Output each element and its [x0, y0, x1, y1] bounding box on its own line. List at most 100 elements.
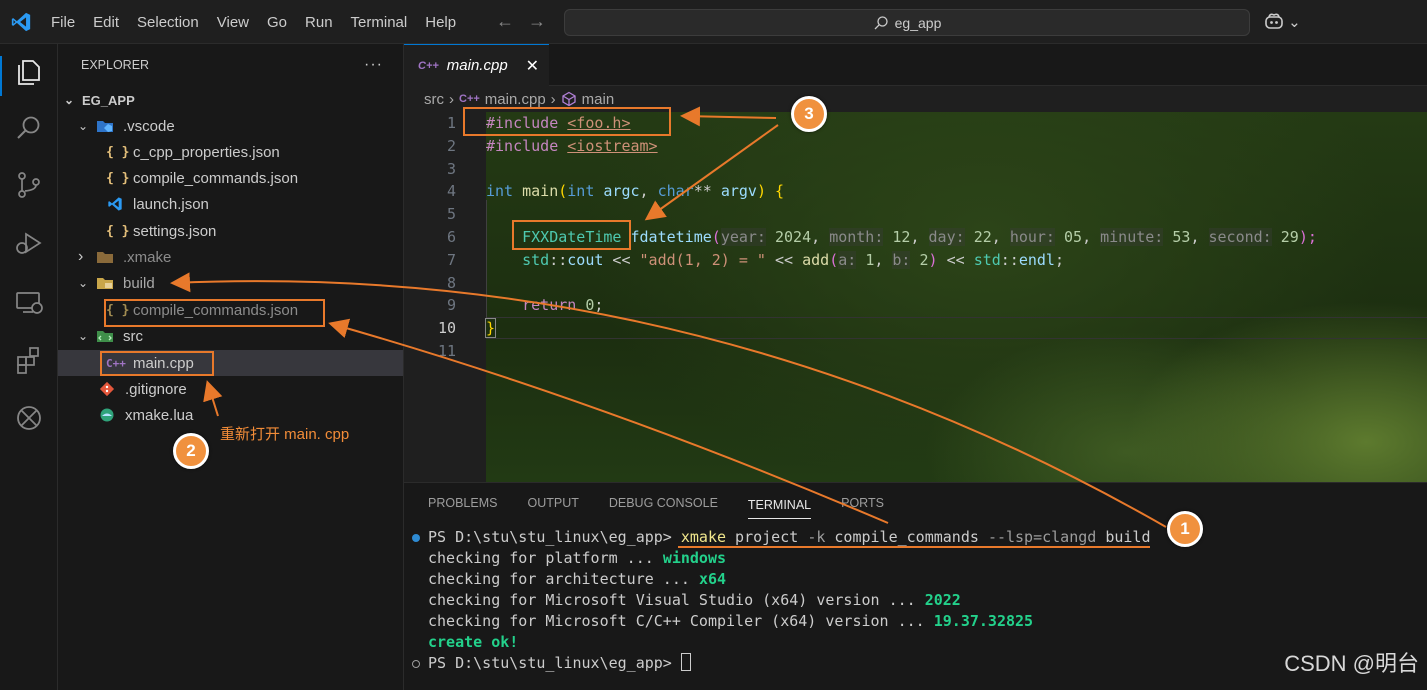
terminal-line-prompt[interactable]: PS D:\stu\stu_linux\eg_app> — [412, 653, 691, 674]
terminal-text: checking for architecture ... — [428, 570, 699, 588]
folder-icon — [97, 252, 113, 263]
menu-go[interactable]: Go — [258, 14, 296, 31]
menu-terminal[interactable]: Terminal — [342, 14, 417, 31]
terminal-token: xmake — [680, 528, 727, 546]
bottom-panel: PROBLEMS OUTPUT DEBUG CONSOLE TERMINAL P… — [404, 482, 1427, 690]
terminal-value: 19.37.32825 — [933, 612, 1034, 630]
menu-help[interactable]: Help — [416, 14, 465, 31]
menu-selection[interactable]: Selection — [128, 14, 208, 31]
inlay-hint: a: — [838, 251, 857, 269]
tree-file-compile-commands[interactable]: { } compile_commands.json — [58, 165, 403, 191]
tab-main-cpp[interactable]: C++ main.cpp ✕ — [404, 44, 549, 86]
code-token: ( — [829, 251, 839, 269]
code-token: ); — [1298, 228, 1317, 246]
annotation-step-2: 2 — [173, 433, 209, 469]
terminal-text: checking for platform ... — [428, 549, 663, 567]
xmake-icon[interactable] — [13, 402, 45, 434]
forward-arrow-icon[interactable]: → — [528, 11, 546, 32]
code-token: fdatetime — [630, 228, 712, 246]
annotation-box-main-cpp — [100, 351, 214, 376]
tree-root-eg-app[interactable]: ⌄ EG_APP — [58, 87, 403, 113]
remote-explorer-icon[interactable] — [13, 287, 45, 319]
back-arrow-icon[interactable]: ← — [496, 11, 514, 32]
panel-tab-bar: PROBLEMS OUTPUT DEBUG CONSOLE TERMINAL P… — [428, 483, 884, 523]
terminal-line: checking for architecture ... x64 — [428, 569, 726, 590]
chevron-down-icon: ⌄ — [1288, 14, 1301, 31]
tab-output[interactable]: OUTPUT — [527, 496, 578, 510]
breadcrumb-symbol[interactable]: main — [582, 91, 615, 108]
command-center-search[interactable]: eg_app — [564, 9, 1250, 36]
tree-file-settings[interactable]: { } settings.json — [58, 218, 403, 244]
code-token: << — [765, 251, 803, 269]
code-token: char — [657, 182, 694, 200]
tab-problems[interactable]: PROBLEMS — [428, 496, 497, 510]
code-token: , — [639, 182, 658, 200]
tree-label: .xmake — [123, 248, 172, 266]
inlay-hint: year: — [720, 228, 766, 246]
menu-run[interactable]: Run — [296, 14, 342, 31]
tree-file-c-cpp-properties[interactable]: { } c_cpp_properties.json — [58, 139, 403, 165]
run-debug-icon[interactable] — [13, 227, 45, 259]
tree-file-gitignore[interactable]: .gitignore — [58, 376, 403, 402]
code-token: :: — [549, 251, 568, 269]
terminal-value: create ok! — [428, 633, 519, 651]
terminal-token: build — [1096, 528, 1151, 546]
search-view-icon[interactable] — [13, 112, 45, 144]
src-folder-icon — [97, 331, 113, 342]
code-token: 22 — [973, 228, 992, 246]
tree-folder-vscode[interactable]: ⌄ .vscode — [58, 113, 403, 139]
code-token: :: — [1000, 251, 1019, 269]
tree-label: src — [123, 327, 143, 345]
code-token: add — [802, 251, 830, 269]
tree-folder-build[interactable]: ⌄ build — [58, 270, 403, 296]
tree-label: compile_commands.json — [133, 169, 299, 187]
tab-debug-console[interactable]: DEBUG CONSOLE — [609, 496, 718, 510]
code-editor[interactable]: 1 2 3 4 5 6 7 8 9 10 11 #include <foo.h>… — [404, 112, 1427, 482]
inlay-hint: second: — [1208, 228, 1272, 246]
annotation-box-include — [463, 107, 671, 136]
code-token: endl — [1018, 251, 1055, 269]
more-actions-icon[interactable]: ··· — [364, 56, 383, 74]
code-token: 2024 — [775, 228, 812, 246]
explorer-title: EXPLORER — [81, 58, 150, 72]
code-token: argc — [603, 182, 640, 200]
menu-file[interactable]: File — [42, 14, 84, 31]
annotation-box-type — [512, 220, 631, 250]
code-token: int — [567, 182, 595, 200]
extensions-icon[interactable] — [13, 344, 45, 376]
annotation-step-1: 1 — [1167, 511, 1203, 547]
code-token: std — [522, 251, 550, 269]
terminal-value: x64 — [698, 570, 727, 588]
line-number: 2 — [446, 137, 456, 155]
tab-ports[interactable]: PORTS — [841, 496, 884, 510]
copilot-menu[interactable]: ⌄ — [1264, 12, 1301, 31]
close-icon[interactable]: ✕ — [526, 56, 539, 76]
json-icon: { } — [106, 144, 130, 160]
tree-label: xmake.lua — [125, 406, 194, 424]
code-token: } — [484, 318, 497, 338]
terminal-cursor — [680, 653, 691, 671]
breadcrumb-file[interactable]: main.cpp — [485, 91, 546, 108]
tab-terminal[interactable]: TERMINAL — [747, 488, 812, 519]
title-bar: File Edit Selection View Go Run Terminal… — [0, 0, 1427, 44]
code-token: , — [874, 251, 893, 269]
code-token: 05 — [1064, 228, 1083, 246]
code-token: , — [1082, 228, 1101, 246]
git-icon — [99, 381, 115, 397]
explorer-icon[interactable] — [13, 56, 45, 88]
breadcrumb-src[interactable]: src — [424, 91, 444, 108]
include-path: <iostream> — [567, 137, 658, 155]
code-token: 2 — [919, 251, 929, 269]
menu-view[interactable]: View — [208, 14, 258, 31]
code-token: int — [486, 182, 514, 200]
nav-arrows: ← → — [496, 11, 546, 32]
menu-edit[interactable]: Edit — [84, 14, 128, 31]
tree-folder-xmake[interactable]: › .xmake — [58, 244, 403, 270]
terminal-token: --lsp=clangd — [987, 528, 1097, 546]
source-control-icon[interactable] — [13, 169, 45, 201]
watermark: CSDN @明台 — [1284, 651, 1419, 676]
code-token: #include — [486, 137, 559, 155]
tree-file-launch[interactable]: launch.json — [58, 191, 403, 217]
search-text: eg_app — [894, 14, 942, 31]
code-line-9: return 0; — [486, 294, 603, 316]
